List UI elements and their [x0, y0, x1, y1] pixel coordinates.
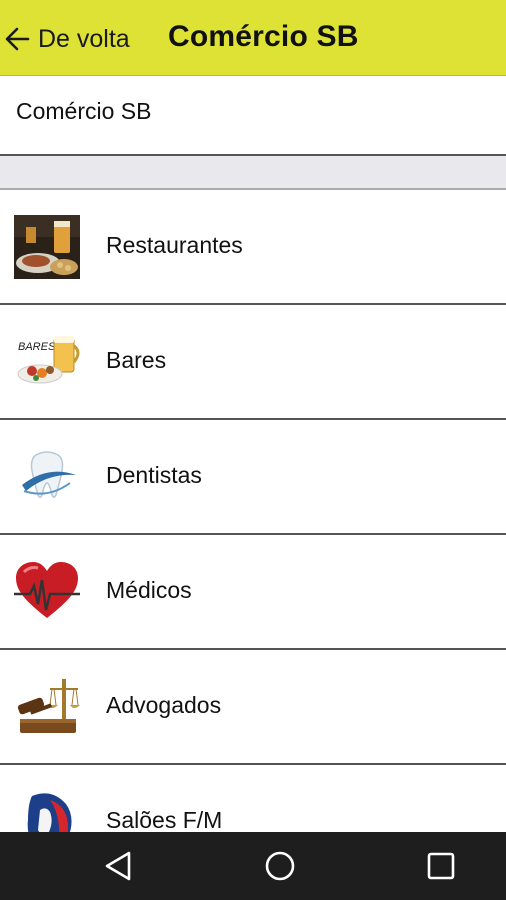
- list-item-bares[interactable]: BARES Bares: [0, 305, 506, 420]
- list-item-advogados[interactable]: Advogados: [0, 650, 506, 765]
- category-label: Dentistas: [106, 462, 202, 488]
- section-divider: [0, 156, 506, 190]
- nav-recents-button[interactable]: [421, 846, 461, 886]
- svg-text:BARES: BARES: [18, 341, 56, 353]
- system-navigation-bar: [0, 832, 506, 900]
- arrow-left-icon: [5, 27, 30, 51]
- toolbar-title: Comércio SB: [168, 20, 359, 53]
- list-item-restaurantes[interactable]: Restaurantes: [0, 190, 506, 305]
- category-label: Advogados: [106, 692, 222, 718]
- category-label: Salões F/M: [106, 807, 223, 833]
- heart-pulse-icon: [14, 560, 80, 624]
- category-label: Restaurantes: [106, 232, 243, 258]
- category-label: Bares: [106, 347, 167, 373]
- list-item-dentistas[interactable]: Dentistas: [0, 420, 506, 535]
- bar-beer-icon: BARES: [14, 330, 80, 394]
- page-title: Comércio SB: [16, 98, 152, 124]
- page-header: Comércio SB: [0, 76, 506, 156]
- category-list: Restaurantes BARES Bares Dentistas Médic…: [0, 190, 506, 880]
- app-toolbar: De volta Comércio SB: [0, 0, 506, 76]
- triangle-back-icon: [105, 851, 131, 881]
- category-label: Médicos: [106, 577, 192, 603]
- nav-home-button[interactable]: [260, 846, 300, 886]
- tooth-icon: [14, 445, 80, 509]
- circle-home-icon: [265, 851, 295, 881]
- scales-gavel-icon: [14, 675, 80, 739]
- square-recents-icon: [427, 852, 455, 880]
- list-item-medicos[interactable]: Médicos: [0, 535, 506, 650]
- back-button[interactable]: De volta: [0, 18, 150, 60]
- nav-back-button[interactable]: [98, 846, 138, 886]
- restaurant-food-icon: [14, 215, 80, 279]
- back-label: De volta: [38, 24, 130, 53]
